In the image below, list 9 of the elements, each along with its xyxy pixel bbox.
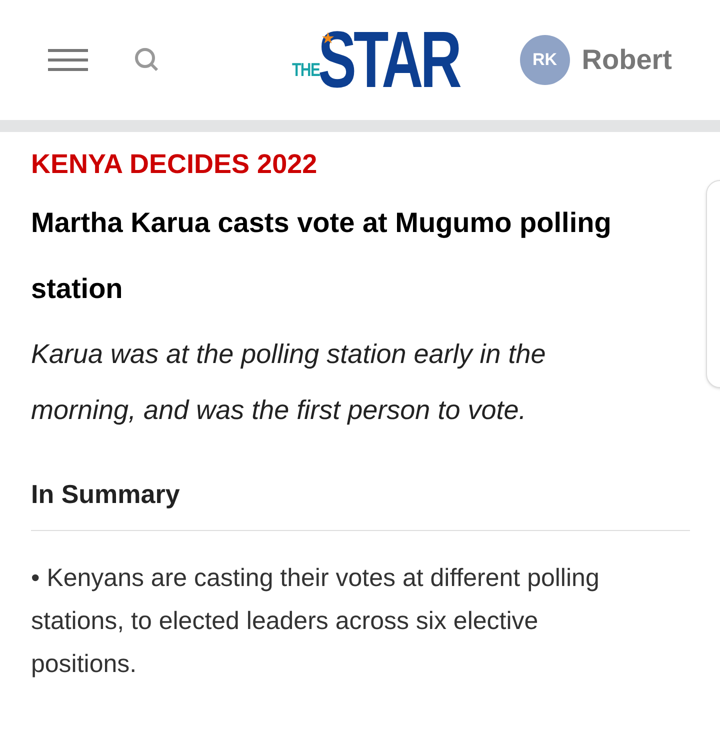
search-icon[interactable] [134, 47, 160, 73]
section-label[interactable]: KENYA DECIDES 2022 [31, 146, 659, 182]
standfirst: Karua was at the polling station early in the morning, and was the first person to vote. [31, 338, 547, 427]
summary-title: In Summary [31, 478, 181, 511]
user-name[interactable]: Robert [582, 39, 672, 81]
logo[interactable]: THESTAR [292, 20, 464, 100]
menu-icon[interactable] [48, 48, 88, 72]
summary-point: • Kenyans are casting their votes at different polling stations, to elected leaders across six elective positions. [31, 563, 600, 680]
headline: Martha Karua casts vote at Mugumo polling station [31, 206, 612, 306]
